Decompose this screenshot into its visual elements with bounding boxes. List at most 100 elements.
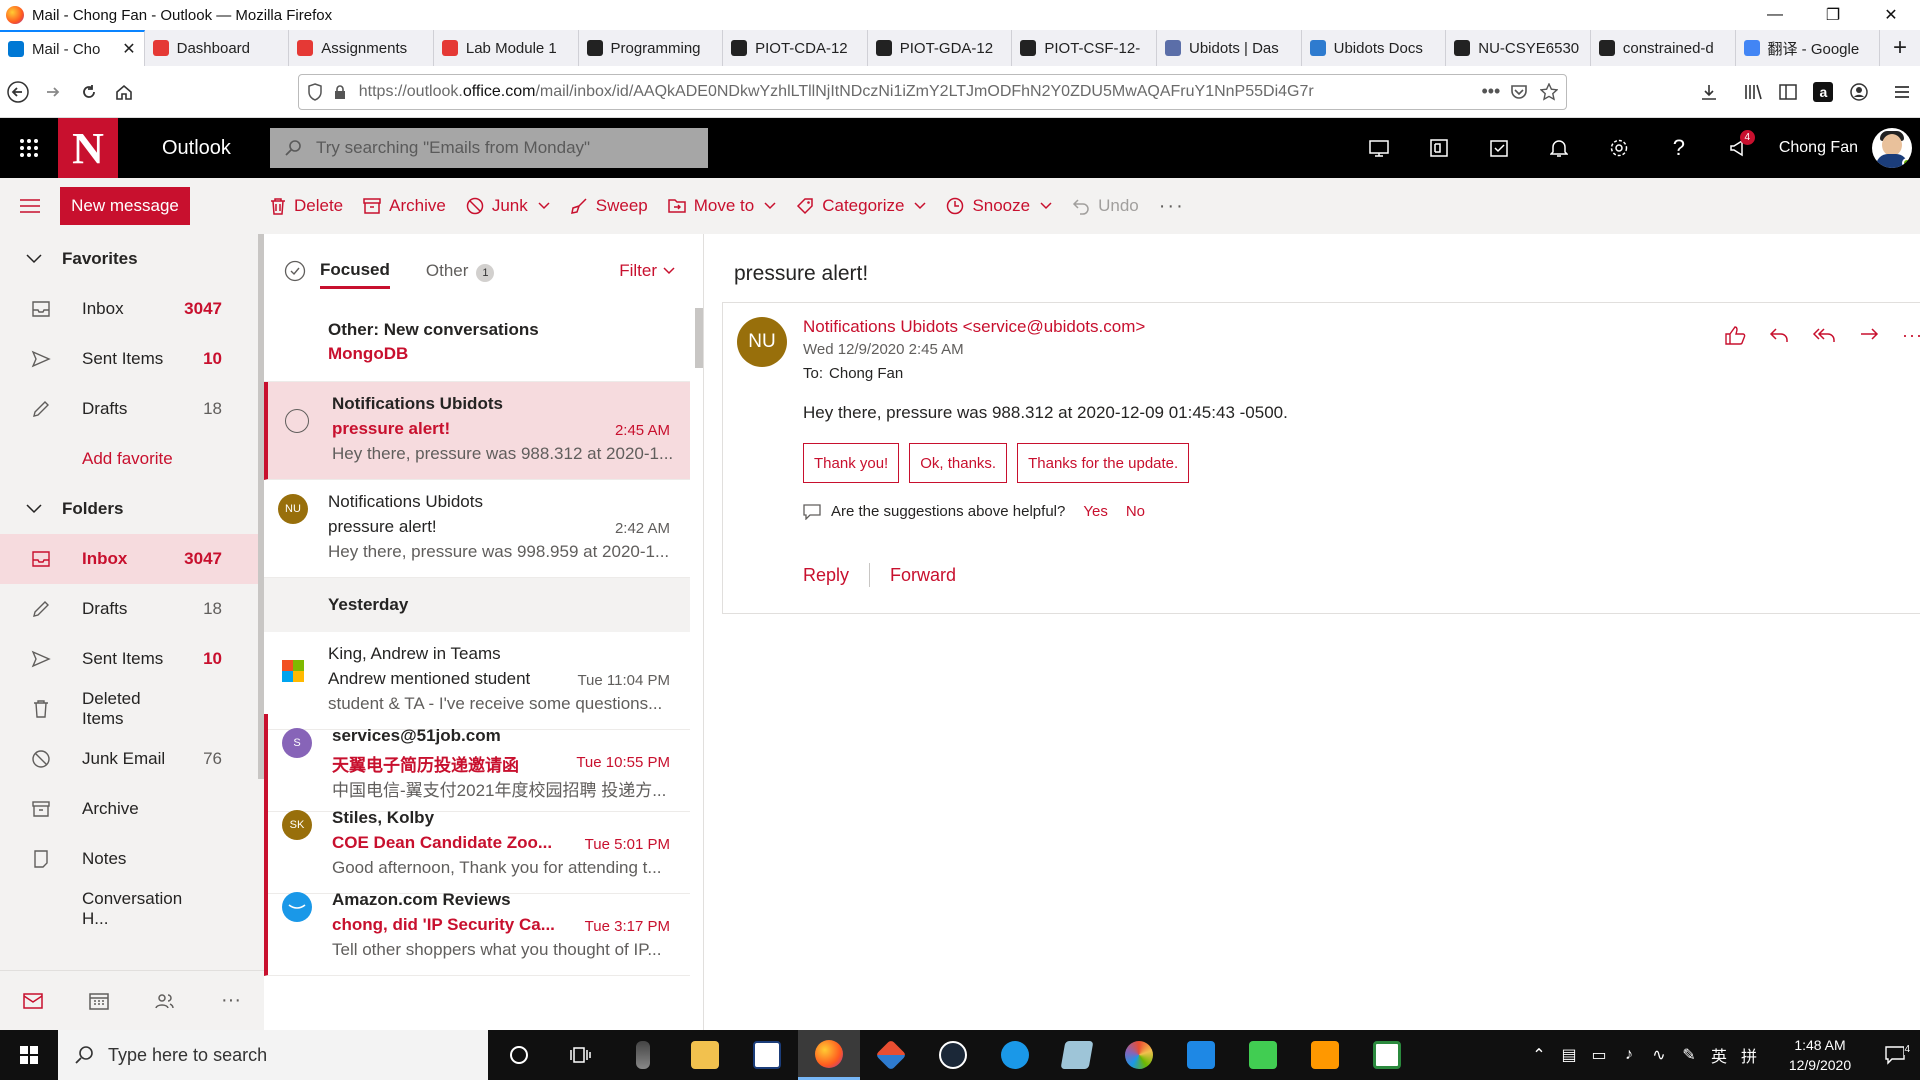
lock-icon[interactable] xyxy=(333,84,347,100)
feedback-yes-link[interactable]: Yes xyxy=(1083,503,1107,520)
restore-button[interactable]: ❐ xyxy=(1804,0,1862,30)
forward-button[interactable] xyxy=(35,73,70,111)
ime-mode[interactable]: 拼 xyxy=(1734,1043,1764,1067)
user-avatar[interactable] xyxy=(1872,128,1912,168)
favorites-header[interactable]: Favorites xyxy=(0,234,264,284)
new-message-button[interactable]: New message xyxy=(60,187,190,225)
volume-icon[interactable]: ♪ xyxy=(1614,1046,1644,1064)
help-icon[interactable]: ? xyxy=(1649,118,1709,178)
message-list-scrollbar[interactable] xyxy=(695,308,703,368)
gear-icon[interactable] xyxy=(1589,118,1649,178)
browser-tab[interactable]: Dashboard xyxy=(145,30,290,66)
account-icon[interactable] xyxy=(1841,73,1876,111)
filter-button[interactable]: Filter xyxy=(619,261,675,281)
categorize-button[interactable]: Categorize xyxy=(796,196,926,216)
minimize-button[interactable]: — xyxy=(1746,0,1804,30)
action-center-icon[interactable]: 4 xyxy=(1870,1044,1920,1065)
message-list-item[interactable]: Notifications Ubidots pressure alert! 2:45… xyxy=(264,382,690,480)
close-tab-icon[interactable]: ✕ xyxy=(122,39,135,59)
browser-tab[interactable]: Ubidots Docs xyxy=(1302,30,1447,66)
message-list-item[interactable]: NU Notifications Ubidots pressure alert! 2:… xyxy=(264,480,690,578)
taskbar-search-input[interactable]: Type here to search xyxy=(58,1030,488,1080)
undo-button[interactable]: Undo xyxy=(1072,196,1139,216)
delete-button[interactable]: Delete xyxy=(270,196,343,216)
sidebar-item-drafts[interactable]: Drafts 18 xyxy=(0,584,264,634)
sidebar-toggle-icon[interactable] xyxy=(1770,73,1805,111)
ime-language[interactable]: 英 xyxy=(1704,1043,1734,1067)
sublime-icon[interactable] xyxy=(1294,1030,1356,1080)
feedback-megaphone-icon[interactable]: 4 xyxy=(1709,118,1769,178)
user-name[interactable]: Chong Fan xyxy=(1779,139,1858,157)
suggested-reply-button[interactable]: Thanks for the update. xyxy=(1017,443,1190,483)
message-list-item[interactable]: Amazon.com Reviews chong, did 'IP Securit… xyxy=(264,878,690,976)
more-actions-icon[interactable]: ··· xyxy=(1159,195,1185,218)
sidebar-item-deleted-items[interactable]: Deleted Items xyxy=(0,684,264,734)
sender-avatar[interactable]: NU xyxy=(278,494,308,524)
typora-icon[interactable] xyxy=(736,1030,798,1080)
snooze-button[interactable]: Snooze xyxy=(946,196,1052,216)
cortana-icon[interactable] xyxy=(488,1030,550,1080)
select-all-checkbox[interactable] xyxy=(284,260,306,282)
sender-avatar[interactable]: SK xyxy=(282,810,312,840)
sender-address[interactable]: Notifications Ubidots <service@ubidots.c… xyxy=(803,317,1145,337)
browser-tab[interactable]: PIOT-CSF-12- xyxy=(1012,30,1157,66)
amazon-extension-icon[interactable]: a xyxy=(1806,73,1841,111)
bookmark-star-icon[interactable] xyxy=(1540,82,1559,101)
browser-tab[interactable]: 翻译 - Google xyxy=(1736,30,1881,66)
app-launcher-icon[interactable] xyxy=(0,118,58,178)
address-bar[interactable]: https://outlook.office.com/mail/inbox/id… xyxy=(297,73,1568,110)
qt-creator-icon[interactable] xyxy=(1232,1030,1294,1080)
file-explorer-icon[interactable] xyxy=(674,1030,736,1080)
mail-icon[interactable] xyxy=(23,992,43,1009)
browser-tab[interactable]: PIOT-GDA-12 xyxy=(868,30,1013,66)
chat-app-icon[interactable] xyxy=(984,1030,1046,1080)
sidebar-item-junk-email[interactable]: Junk Email 76 xyxy=(0,734,264,784)
tray-app-icon[interactable]: ▤ xyxy=(1554,1045,1584,1065)
browser-tab[interactable]: NU-CSYE6530 xyxy=(1446,30,1591,66)
reply-icon[interactable] xyxy=(1768,325,1790,346)
page-actions-icon[interactable]: ••• xyxy=(1481,81,1500,102)
paint-app-icon[interactable] xyxy=(1108,1030,1170,1080)
task-view-icon[interactable] xyxy=(550,1030,612,1080)
browser-tab[interactable]: constrained-d xyxy=(1591,30,1736,66)
more-options-icon[interactable]: ··· xyxy=(1902,325,1920,346)
meet-now-icon[interactable] xyxy=(1349,118,1409,178)
home-button[interactable] xyxy=(106,73,141,111)
back-button[interactable] xyxy=(0,73,35,111)
archive-button[interactable]: Archive xyxy=(363,196,446,216)
notes-app-icon[interactable] xyxy=(1046,1030,1108,1080)
more-apps-icon[interactable]: ··· xyxy=(221,989,241,1012)
to-do-icon[interactable] xyxy=(1469,118,1529,178)
sidebar-item-inbox[interactable]: Inbox 3047 xyxy=(0,284,264,334)
battery-icon[interactable]: ▭ xyxy=(1584,1045,1614,1065)
bell-icon[interactable] xyxy=(1529,118,1589,178)
clock[interactable]: 1:48 AM 12/9/2020 xyxy=(1770,1035,1870,1075)
taskbar-app-icon[interactable] xyxy=(612,1030,674,1080)
sidebar-item-sent-items[interactable]: Sent Items 10 xyxy=(0,634,264,684)
suggested-reply-button[interactable]: Ok, thanks. xyxy=(909,443,1008,483)
url-text[interactable]: https://outlook.office.com/mail/inbox/id… xyxy=(359,83,1472,101)
pen-icon[interactable]: ✎ xyxy=(1674,1045,1704,1065)
office-icon[interactable] xyxy=(1409,118,1469,178)
git-icon[interactable] xyxy=(860,1030,922,1080)
hamburger-menu-icon[interactable] xyxy=(0,198,60,214)
sender-avatar[interactable]: NU xyxy=(737,317,787,367)
sidebar-item-inbox[interactable]: Inbox 3047 xyxy=(0,534,264,584)
suggested-reply-button[interactable]: Thank you! xyxy=(803,443,900,483)
sidebar-item-notes[interactable]: Notes xyxy=(0,834,264,884)
tab-other[interactable]: Other 1 xyxy=(426,261,495,282)
sweep-button[interactable]: Sweep xyxy=(570,196,648,216)
browser-tab[interactable]: PIOT-CDA-12 xyxy=(723,30,868,66)
firefox-taskbar-icon[interactable] xyxy=(798,1030,860,1080)
tab-focused[interactable]: Focused xyxy=(320,254,390,289)
people-icon[interactable] xyxy=(155,992,175,1010)
browser-tab[interactable]: Lab Module 1 xyxy=(434,30,579,66)
browser-tab[interactable]: Mail - Cho ✕ xyxy=(0,30,145,66)
org-logo[interactable]: N xyxy=(58,118,118,178)
search-input[interactable]: Try searching "Emails from Monday" xyxy=(270,128,708,168)
visual-studio-icon[interactable] xyxy=(1170,1030,1232,1080)
menu-icon[interactable] xyxy=(1885,73,1920,111)
steam-icon[interactable] xyxy=(922,1030,984,1080)
chevron-up-icon[interactable]: ⌃ xyxy=(1524,1045,1554,1065)
browser-tab[interactable]: Programming xyxy=(579,30,724,66)
